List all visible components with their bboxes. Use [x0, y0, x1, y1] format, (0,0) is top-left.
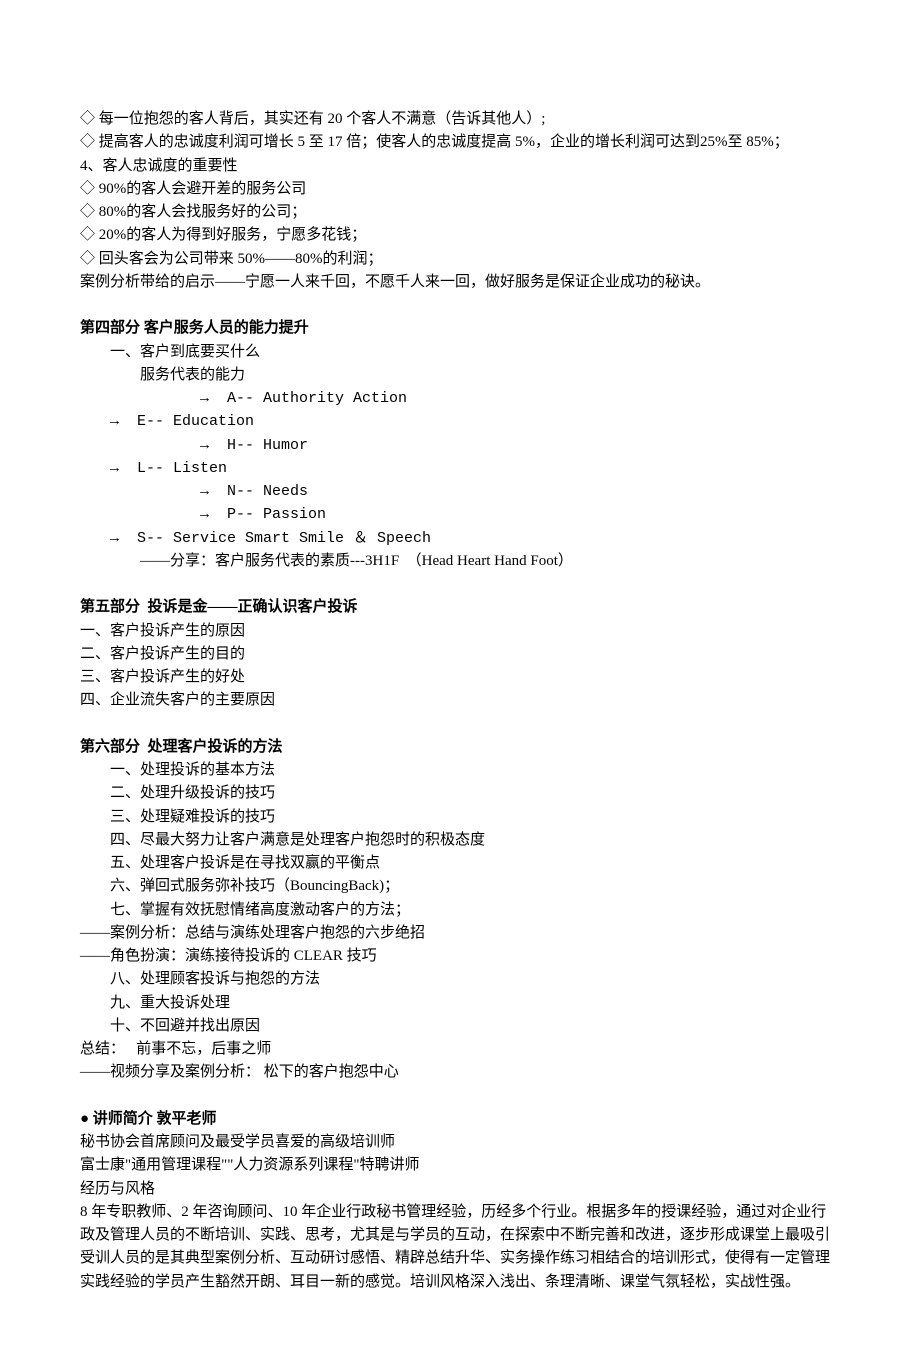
text-line: → P-- Passion [80, 503, 840, 526]
text-line: → N-- Needs [80, 480, 840, 503]
text-line: → A-- Authority Action [80, 387, 840, 410]
text-line: ◇ 80%的客人会找服务好的公司； [80, 201, 840, 224]
section-heading-part5: 第五部分 投诉是金——正确认识客户投诉 [80, 596, 840, 619]
part5-block: 一、客户投诉产生的原因 二、客户投诉产生的目的 三、客户投诉产生的好处 四、企业… [80, 620, 840, 713]
text-line: ◇ 20%的客人为得到好服务，宁愿多花钱； [80, 224, 840, 247]
text-line: 秘书协会首席顾问及最受学员喜爱的高级培训师 [80, 1131, 840, 1154]
text-line: → H-- Humor [80, 434, 840, 457]
blank-line [80, 713, 840, 736]
blank-line [80, 573, 840, 596]
text-line: 十、不回避并找出原因 [80, 1015, 840, 1038]
text-line: ——角色扮演：演练接待投诉的 CLEAR 技巧 [80, 945, 840, 968]
section-heading-part6: 第六部分 处理客户投诉的方法 [80, 736, 840, 759]
part4-block: 一、客户到底要买什么 服务代表的能力 → A-- Authority Actio… [80, 341, 840, 574]
text-line: ——视频分享及案例分析： 松下的客户抱怨中心 [80, 1061, 840, 1084]
text-line: 一、客户到底要买什么 [80, 341, 840, 364]
text-line: 8 年专职教师、2 年咨询顾问、10 年企业行政秘书管理经验，历经多个行业。根据… [80, 1201, 840, 1294]
instructor-block: 秘书协会首席顾问及最受学员喜爱的高级培训师 富士康"通用管理课程""人力资源系列… [80, 1131, 840, 1294]
text-line: 三、处理疑难投诉的技巧 [80, 806, 840, 829]
text-line: 4、客人忠诚度的重要性 [80, 155, 840, 178]
part6-block: 一、处理投诉的基本方法 二、处理升级投诉的技巧 三、处理疑难投诉的技巧 四、尽最… [80, 759, 840, 1085]
text-line: 总结： 前事不忘，后事之师 [80, 1038, 840, 1061]
text-line: 二、客户投诉产生的目的 [80, 643, 840, 666]
text-line: 富士康"通用管理课程""人力资源系列课程"特聘讲师 [80, 1154, 840, 1177]
text-line: 四、尽最大努力让客户满意是处理客户抱怨时的积极态度 [80, 829, 840, 852]
text-line: 服务代表的能力 [80, 364, 840, 387]
text-line: 五、处理客户投诉是在寻找双赢的平衡点 [80, 852, 840, 875]
text-line: 案例分析带给的启示——宁愿一人来千回，不愿千人来一回，做好服务是保证企业成功的秘… [80, 271, 840, 294]
text-line: ◇ 每一位抱怨的客人背后，其实还有 20 个客人不满意（告诉其他人）; [80, 108, 840, 131]
text-line: → S-- Service Smart Smile ＆ Speech [80, 527, 840, 550]
text-line: 八、处理顾客投诉与抱怨的方法 [80, 968, 840, 991]
text-line: 三、客户投诉产生的好处 [80, 666, 840, 689]
text-line: → L-- Listen [80, 457, 840, 480]
text-line: 七、掌握有效抚慰情绪高度激动客户的方法； [80, 899, 840, 922]
section-heading-instructor: ● 讲师简介 敦平老师 [80, 1108, 840, 1131]
document-page: ◇ 每一位抱怨的客人背后，其实还有 20 个客人不满意（告诉其他人）; ◇ 提高… [0, 0, 920, 1354]
text-line: ◇ 90%的客人会避开差的服务公司 [80, 178, 840, 201]
text-line: 二、处理升级投诉的技巧 [80, 782, 840, 805]
blank-line [80, 294, 840, 317]
text-line: 经历与风格 [80, 1178, 840, 1201]
blank-line [80, 1085, 840, 1108]
text-line: ◇ 提高客人的忠诚度利润可增长 5 至 17 倍；使客人的忠诚度提高 5%，企业… [80, 131, 840, 154]
text-line: ——分享：客户服务代表的素质---3H1F （Head Heart Hand F… [80, 550, 840, 573]
text-line: 一、客户投诉产生的原因 [80, 620, 840, 643]
text-line: 九、重大投诉处理 [80, 992, 840, 1015]
text-line: → E-- Education [80, 410, 840, 433]
text-line: 六、弹回式服务弥补技巧（BouncingBack)； [80, 875, 840, 898]
text-line: 一、处理投诉的基本方法 [80, 759, 840, 782]
intro-block: ◇ 每一位抱怨的客人背后，其实还有 20 个客人不满意（告诉其他人）; ◇ 提高… [80, 108, 840, 294]
text-line: ◇ 回头客会为公司带来 50%——80%的利润； [80, 248, 840, 271]
section-heading-part4: 第四部分 客户服务人员的能力提升 [80, 317, 840, 340]
text-line: 四、企业流失客户的主要原因 [80, 689, 840, 712]
text-line: ——案例分析：总结与演练处理客户抱怨的六步绝招 [80, 922, 840, 945]
